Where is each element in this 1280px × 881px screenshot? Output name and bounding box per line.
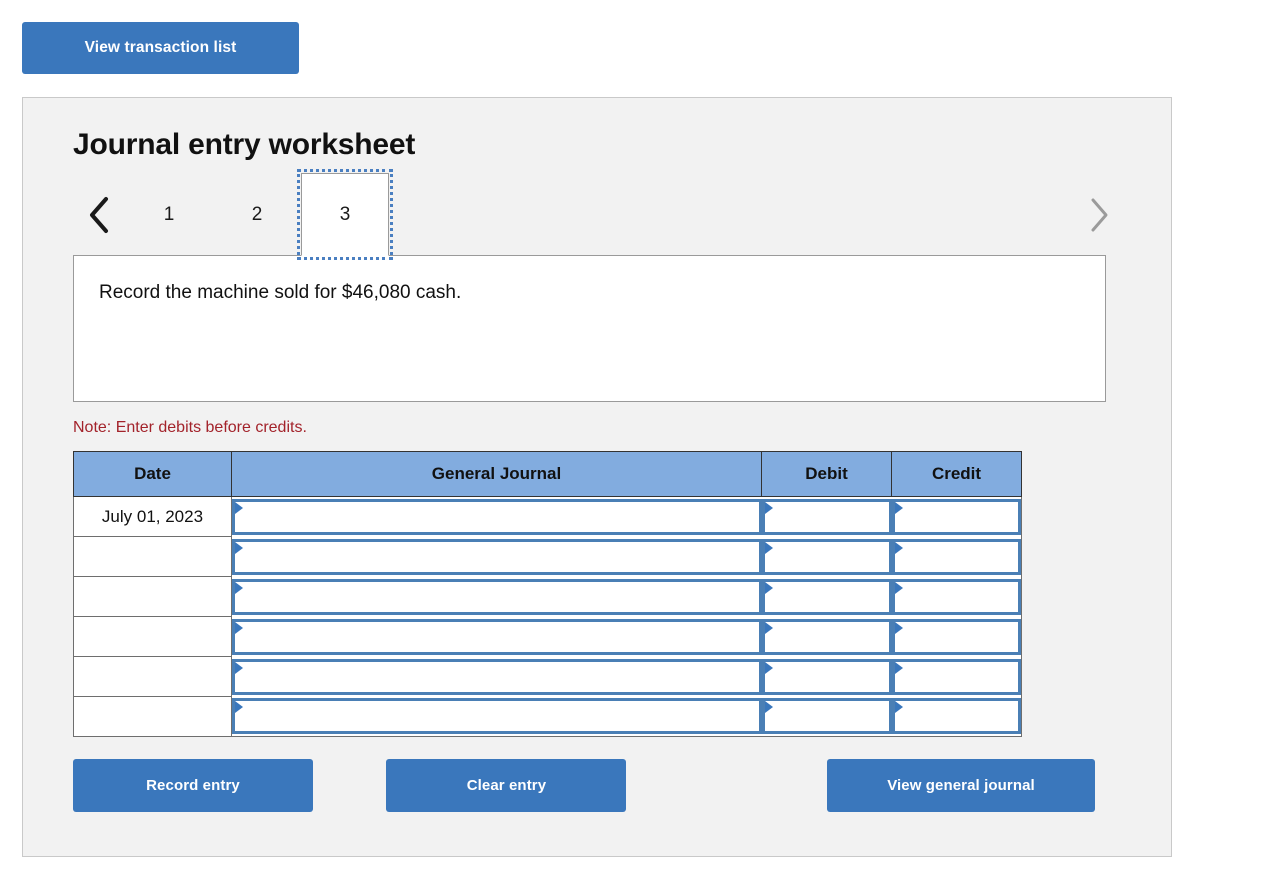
chevron-left-icon <box>86 195 112 235</box>
date-cell[interactable] <box>73 616 232 657</box>
column-header-debit: Debit <box>761 451 892 497</box>
record-entry-button[interactable]: Record entry <box>73 759 313 812</box>
credit-input[interactable] <box>891 578 1021 615</box>
debit-input[interactable] <box>761 658 892 695</box>
column-header-date: Date <box>73 451 232 497</box>
credit-input[interactable] <box>891 538 1021 575</box>
general-journal-cell <box>231 536 762 577</box>
debit-input[interactable] <box>761 618 892 655</box>
general-journal-input[interactable] <box>232 658 762 695</box>
column-header-general-journal: General Journal <box>231 451 762 497</box>
debit-cell <box>761 656 892 697</box>
general-journal-input[interactable] <box>232 498 762 535</box>
general-journal-cell <box>231 656 762 697</box>
journal-entry-table: Date General Journal Debit Credit July 0… <box>73 451 1022 737</box>
general-journal-input[interactable] <box>232 618 762 655</box>
next-entry-button[interactable] <box>1073 174 1125 256</box>
credit-cell <box>891 616 1022 657</box>
prev-entry-button[interactable] <box>73 174 125 256</box>
transaction-prompt-text: Record the machine sold for $46,080 cash… <box>99 282 462 303</box>
worksheet-tab-3[interactable]: 3 <box>297 169 393 260</box>
general-journal-input[interactable] <box>232 538 762 575</box>
table-row <box>73 616 1022 657</box>
credit-input[interactable] <box>891 698 1021 735</box>
table-row <box>73 696 1022 737</box>
debit-input[interactable] <box>761 698 892 735</box>
date-cell[interactable] <box>73 656 232 697</box>
general-journal-cell <box>231 696 762 737</box>
transaction-prompt-box: Record the machine sold for $46,080 cash… <box>73 255 1106 402</box>
date-cell[interactable] <box>73 696 232 737</box>
table-row <box>73 536 1022 577</box>
worksheet-tab-3-label: 3 <box>339 203 351 225</box>
debits-before-credits-note: Note: Enter debits before credits. <box>73 419 307 436</box>
credit-cell <box>891 496 1022 537</box>
journal-entry-panel: Journal entry worksheet 1 2 3 Record the… <box>22 97 1172 857</box>
debit-cell <box>761 616 892 657</box>
clear-entry-button[interactable]: Clear entry <box>386 759 627 812</box>
general-journal-cell <box>231 576 762 617</box>
date-cell[interactable]: July 01, 2023 <box>73 496 232 537</box>
worksheet-tab-1-label: 1 <box>163 204 175 225</box>
general-journal-cell <box>231 616 762 657</box>
worksheet-tab-2[interactable]: 2 <box>213 174 301 256</box>
credit-input[interactable] <box>891 498 1021 535</box>
debit-input[interactable] <box>761 578 892 615</box>
general-journal-cell <box>231 496 762 537</box>
table-row: July 01, 2023 <box>73 496 1022 537</box>
chevron-right-icon <box>1086 195 1112 235</box>
credit-cell <box>891 576 1022 617</box>
credit-cell <box>891 696 1022 737</box>
worksheet-tab-bar: 1 2 3 <box>73 169 1125 260</box>
credit-input[interactable] <box>891 658 1021 695</box>
debit-cell <box>761 696 892 737</box>
table-header-row: Date General Journal Debit Credit <box>73 451 1022 497</box>
debit-input[interactable] <box>761 498 892 535</box>
journal-entry-panel-inner: Journal entry worksheet 1 2 3 Record the… <box>23 98 1171 815</box>
general-journal-input[interactable] <box>232 578 762 615</box>
credit-input[interactable] <box>891 618 1021 655</box>
table-row <box>73 576 1022 617</box>
debit-input[interactable] <box>761 538 892 575</box>
page-title: Journal entry worksheet <box>73 128 416 161</box>
general-journal-input[interactable] <box>232 698 762 735</box>
credit-cell <box>891 656 1022 697</box>
view-general-journal-button[interactable]: View general journal <box>827 759 1095 812</box>
credit-cell <box>891 536 1022 577</box>
debit-cell <box>761 576 892 617</box>
table-row <box>73 656 1022 697</box>
date-cell[interactable] <box>73 576 232 617</box>
top-toolbar: View transaction list <box>0 0 1280 74</box>
action-button-row: Record entry Clear entry View general jo… <box>73 759 1125 815</box>
debit-cell <box>761 536 892 577</box>
worksheet-tab-1[interactable]: 1 <box>125 174 213 256</box>
view-transaction-list-button[interactable]: View transaction list <box>22 22 299 74</box>
debit-cell <box>761 496 892 537</box>
date-cell[interactable] <box>73 536 232 577</box>
worksheet-tab-2-label: 2 <box>251 204 263 225</box>
column-header-credit: Credit <box>891 451 1022 497</box>
